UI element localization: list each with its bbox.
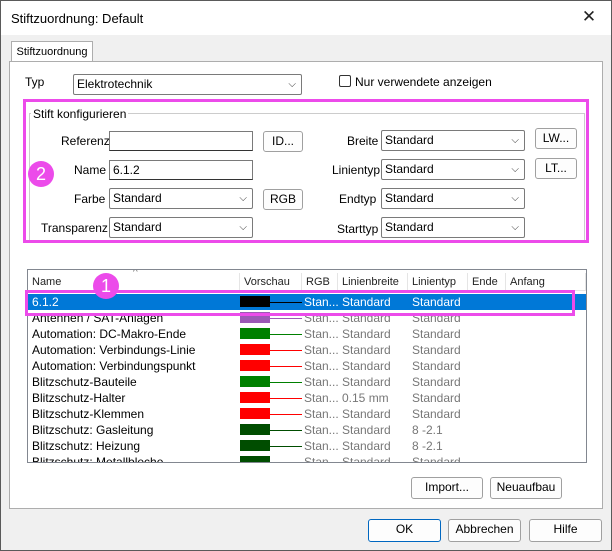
line-preview — [270, 318, 302, 319]
table-row[interactable]: Blitzschutz: Heizung Stan... Standard 8 -2.… — [28, 438, 586, 454]
table-row[interactable]: Automation: DC-Makro-Ende Stan... Standard… — [28, 326, 586, 342]
only-used-label: Nur verwendete anzeigen — [355, 75, 492, 89]
color-preview-swatch — [240, 344, 270, 355]
row-name: Blitzschutz: Gasleitung — [32, 423, 154, 437]
column-header-ende[interactable]: Ende — [468, 273, 506, 291]
row-rgb: Stan... — [304, 375, 338, 389]
row-linienbreite: Standard — [342, 359, 391, 373]
import-button[interactable]: Import... — [411, 477, 483, 499]
row-linienbreite: Standard — [342, 343, 391, 357]
row-linienbreite: Standard — [342, 439, 391, 453]
row-linienbreite: Standard — [342, 407, 391, 421]
typ-select[interactable]: Elektrotechnik ⌵ — [73, 74, 302, 95]
row-name: Blitzschutz-Klemmen — [32, 407, 145, 421]
line-preview — [270, 414, 302, 415]
column-header-linienbreite[interactable]: Linienbreite — [338, 273, 408, 291]
row-linienbreite: Standard — [342, 375, 391, 389]
line-preview — [270, 334, 302, 335]
row-linientyp: Standard — [412, 407, 461, 421]
row-linientyp: Standard — [412, 375, 461, 389]
color-preview-swatch — [240, 328, 270, 339]
row-rgb: Stan... — [304, 407, 338, 421]
column-header-linientyp[interactable]: Linientyp — [408, 273, 468, 291]
column-header-rgb[interactable]: RGB — [302, 273, 338, 291]
title-bar: Stiftzuordnung: Default ✕ — [1, 1, 611, 35]
table-row[interactable]: Blitzschutz-Halter Stan... 0.15 mm Standard — [28, 390, 586, 406]
row-rgb: Stan... — [304, 327, 338, 341]
chevron-down-icon: ⌵ — [288, 79, 296, 90]
color-preview-swatch — [240, 376, 270, 387]
window-title: Stiftzuordnung: Default — [11, 11, 144, 26]
column-header-vorschau[interactable]: Vorschau — [240, 273, 302, 291]
only-used-checkbox[interactable] — [339, 75, 351, 87]
row-rgb: Stan... — [304, 359, 338, 373]
help-button[interactable]: Hilfe — [529, 519, 602, 542]
row-name: Blitzschutz: Heizung — [32, 439, 141, 453]
column-header-anfang[interactable]: Anfang — [506, 273, 586, 291]
tab-stiftzuordnung[interactable]: Stiftzuordnung — [11, 41, 93, 62]
line-preview — [270, 446, 302, 447]
line-preview — [270, 382, 302, 383]
line-preview — [270, 430, 302, 431]
color-preview-swatch — [240, 440, 270, 451]
row-linientyp: Standard — [412, 391, 461, 405]
close-icon[interactable]: ✕ — [579, 7, 599, 27]
color-preview-swatch — [240, 392, 270, 403]
row-linientyp: 8 -2.1 — [412, 423, 443, 437]
table-row[interactable]: Automation: Verbindungspunkt Stan... Stand… — [28, 358, 586, 374]
annotation-badge-2: 2 — [28, 161, 54, 187]
color-preview-swatch — [240, 360, 270, 371]
row-linienbreite: Standard — [342, 423, 391, 437]
row-name: Automation: DC-Makro-Ende — [32, 327, 187, 341]
row-rgb: Stan... — [304, 343, 338, 357]
cancel-button[interactable]: Abbrechen — [448, 519, 521, 542]
table-row[interactable]: Blitzschutz-Klemmen Stan... Standard Standa… — [28, 406, 586, 422]
row-linienbreite: 0.15 mm — [342, 391, 389, 405]
row-linientyp: Standard — [412, 455, 461, 463]
table-row[interactable]: Automation: Verbindungs-Linie Stan... Stan… — [28, 342, 586, 358]
row-name: Blitzschutz-Bauteile — [32, 375, 137, 389]
row-rgb: Stan... — [304, 455, 338, 463]
ok-button[interactable]: OK — [368, 519, 441, 542]
row-name: Automation: Verbindungspunkt — [32, 359, 196, 373]
row-linientyp: Standard — [412, 327, 461, 341]
line-preview — [270, 350, 302, 351]
line-preview — [270, 462, 302, 463]
typ-select-value: Elektrotechnik — [77, 77, 153, 91]
color-preview-swatch — [240, 424, 270, 435]
dialog-window: Stiftzuordnung: Default ✕ Stiftzuordnung… — [0, 0, 612, 551]
table-row[interactable]: Blitzschutz: Gasleitung Stan... Standard 8 … — [28, 422, 586, 438]
row-name: Automation: Verbindungs-Linie — [32, 343, 196, 357]
row-linienbreite: Standard — [342, 327, 391, 341]
color-preview-swatch — [240, 456, 270, 462]
typ-label: Typ — [25, 75, 45, 89]
row-linientyp: Standard — [412, 343, 461, 357]
neuaufbau-button[interactable]: Neuaufbau — [490, 477, 562, 499]
line-preview — [270, 398, 302, 399]
color-preview-swatch — [240, 408, 270, 419]
column-header-name[interactable]: Name — [28, 273, 240, 291]
row-rgb: Stan... — [304, 423, 338, 437]
row-linienbreite: Standard — [342, 455, 391, 463]
row-rgb: Stan... — [304, 391, 338, 405]
annotation-badge-1: 1 — [93, 273, 119, 299]
line-preview — [270, 366, 302, 367]
row-linientyp: 8 -2.1 — [412, 439, 443, 453]
table-row[interactable]: Blitzschutz-Bauteile Stan... Standard Stand… — [28, 374, 586, 390]
row-rgb: Stan... — [304, 439, 338, 453]
highlight-frame-configure — [23, 99, 589, 243]
row-name: Blitzschutz-Halter — [32, 391, 126, 405]
row-name: Blitzschutz: Metallbleche — [32, 455, 164, 463]
table-row[interactable]: Blitzschutz: Metallbleche Stan... Standard… — [28, 454, 586, 463]
row-linientyp: Standard — [412, 359, 461, 373]
